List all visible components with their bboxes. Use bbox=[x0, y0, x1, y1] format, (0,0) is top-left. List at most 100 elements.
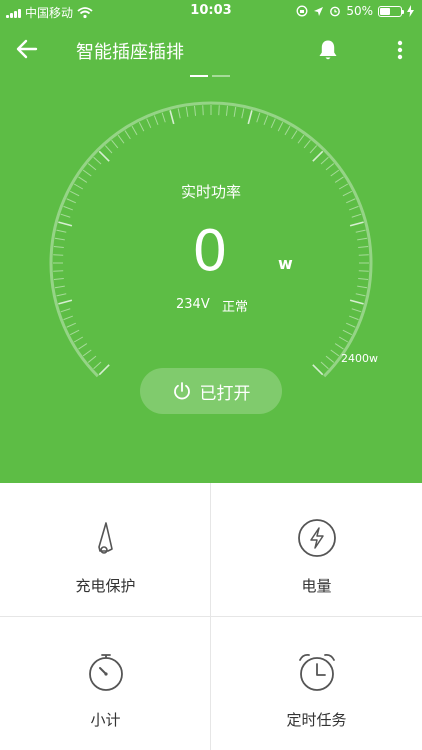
gauge-tick bbox=[56, 293, 67, 297]
gauge-tick bbox=[161, 112, 166, 123]
gauge-tick bbox=[104, 145, 113, 154]
header-panel: 中国移动 10:03 50% 智能插座插排 实时功率 0 w 234V 正常 2… bbox=[0, 0, 422, 483]
battery-icon bbox=[378, 5, 404, 17]
more-menu-button[interactable] bbox=[390, 38, 410, 64]
menu-label-scheduled-tasks: 定时任务 bbox=[286, 711, 347, 729]
gauge-tick bbox=[241, 108, 245, 119]
gauge-tick bbox=[53, 245, 64, 249]
menu-item-charging-protection[interactable]: 充电保护 bbox=[0, 483, 211, 616]
alarm-icon bbox=[330, 6, 341, 17]
charging-protection-icon bbox=[97, 522, 113, 554]
status-right: 50% bbox=[296, 4, 414, 18]
status-text: 正常 bbox=[222, 300, 249, 315]
gauge-tick bbox=[348, 315, 359, 321]
gauge-tick bbox=[63, 205, 74, 211]
gauge-tick bbox=[93, 361, 102, 370]
gauge-tick bbox=[342, 329, 353, 336]
power-switch-label: 已打开 bbox=[199, 383, 251, 404]
status-bar: 中国移动 10:03 50% bbox=[0, 0, 422, 22]
gauge-tick bbox=[330, 169, 340, 177]
gauge-tick bbox=[325, 355, 335, 363]
menu-item-electricity[interactable]: 电量 bbox=[211, 483, 422, 616]
gauge-tick bbox=[348, 205, 359, 211]
gauge-tick bbox=[270, 118, 276, 128]
power-unit: w bbox=[278, 254, 293, 273]
gauge-tick bbox=[355, 293, 366, 297]
menu-item-subtotal[interactable]: 小计 bbox=[0, 617, 211, 750]
gauge-tick bbox=[233, 106, 237, 117]
gauge-tick bbox=[256, 112, 261, 123]
power-switch-button[interactable]: 已打开 bbox=[140, 368, 282, 414]
gauge-tick bbox=[351, 213, 362, 218]
gauge-tick bbox=[355, 229, 366, 233]
gauge-tick bbox=[66, 322, 76, 328]
gauge-tick bbox=[58, 299, 73, 305]
gauge-tick bbox=[131, 125, 138, 136]
gauge-tick bbox=[338, 336, 349, 343]
function-menu: 充电保护 电量 小计 定时任务 bbox=[0, 483, 422, 750]
page-title: 智能插座插排 bbox=[76, 42, 184, 63]
gauge-tick bbox=[58, 221, 73, 227]
gauge-tick bbox=[146, 118, 152, 128]
gauge-tick bbox=[60, 308, 71, 313]
gauge-tick bbox=[56, 229, 67, 233]
gauge-tick bbox=[53, 254, 64, 256]
gauge-tick bbox=[193, 105, 197, 116]
gauge-tick bbox=[69, 329, 80, 336]
gauge-tick bbox=[202, 105, 204, 116]
page-dot-active bbox=[190, 75, 208, 77]
gauge-tick bbox=[312, 150, 324, 162]
gauge-tick bbox=[93, 156, 102, 165]
alarm-clock-icon bbox=[298, 653, 335, 691]
gauge-tick bbox=[124, 130, 131, 140]
notification-button[interactable] bbox=[316, 38, 342, 64]
gauge-tick bbox=[218, 105, 220, 116]
back-button[interactable] bbox=[14, 36, 44, 64]
gauge-tick bbox=[357, 237, 368, 241]
gauge-tick bbox=[247, 110, 253, 125]
gauge-tick bbox=[312, 364, 324, 376]
gauge-tick bbox=[138, 121, 145, 132]
gauge-tick bbox=[98, 150, 110, 162]
voltage-value: 234V bbox=[176, 297, 210, 312]
gauge-tick bbox=[87, 163, 97, 171]
location-icon bbox=[314, 6, 324, 16]
gauge-tick bbox=[169, 110, 175, 125]
menu-item-scheduled-tasks[interactable]: 定时任务 bbox=[211, 617, 422, 750]
gauge-tick bbox=[73, 336, 84, 343]
gauge-tick bbox=[284, 125, 291, 136]
gauge-tick bbox=[82, 349, 92, 357]
gauge-tick bbox=[225, 105, 229, 116]
nav-bar: 智能插座插排 bbox=[0, 30, 422, 70]
gauge-tick bbox=[349, 221, 364, 227]
gauge-tick bbox=[185, 106, 189, 117]
bell-icon bbox=[319, 40, 337, 60]
gauge-tick bbox=[325, 163, 335, 171]
gauge-tick bbox=[98, 364, 110, 376]
gauge-tick bbox=[78, 343, 88, 350]
gauge-tick bbox=[117, 134, 125, 144]
arrow-left-icon bbox=[16, 39, 38, 59]
gauge-tick bbox=[320, 156, 329, 165]
gauge-tick bbox=[303, 139, 311, 149]
page-dot-inactive bbox=[212, 75, 230, 77]
gauge-tick bbox=[291, 130, 298, 140]
gauge-tick bbox=[358, 270, 369, 272]
gauge-tick bbox=[153, 115, 159, 126]
orientation-lock-icon bbox=[296, 5, 308, 17]
screen: 中国移动 10:03 50% 智能插座插排 实时功率 0 w 234V 正常 2… bbox=[0, 0, 422, 750]
gauge-tick bbox=[358, 245, 369, 249]
more-vertical-icon bbox=[397, 40, 403, 60]
gauge-tick bbox=[309, 145, 318, 154]
gauge-tick bbox=[53, 277, 64, 281]
power-value: 0 bbox=[192, 219, 228, 284]
gauge-tick bbox=[60, 213, 71, 218]
gauge-tick bbox=[111, 139, 119, 149]
gauge-tick bbox=[358, 254, 369, 256]
power-icon bbox=[173, 382, 190, 400]
menu-label-electricity: 电量 bbox=[301, 577, 332, 595]
lightning-icon bbox=[297, 519, 336, 557]
gauge-tick bbox=[63, 315, 74, 321]
gauge-tick bbox=[277, 121, 284, 132]
gauge-tick bbox=[357, 285, 368, 289]
